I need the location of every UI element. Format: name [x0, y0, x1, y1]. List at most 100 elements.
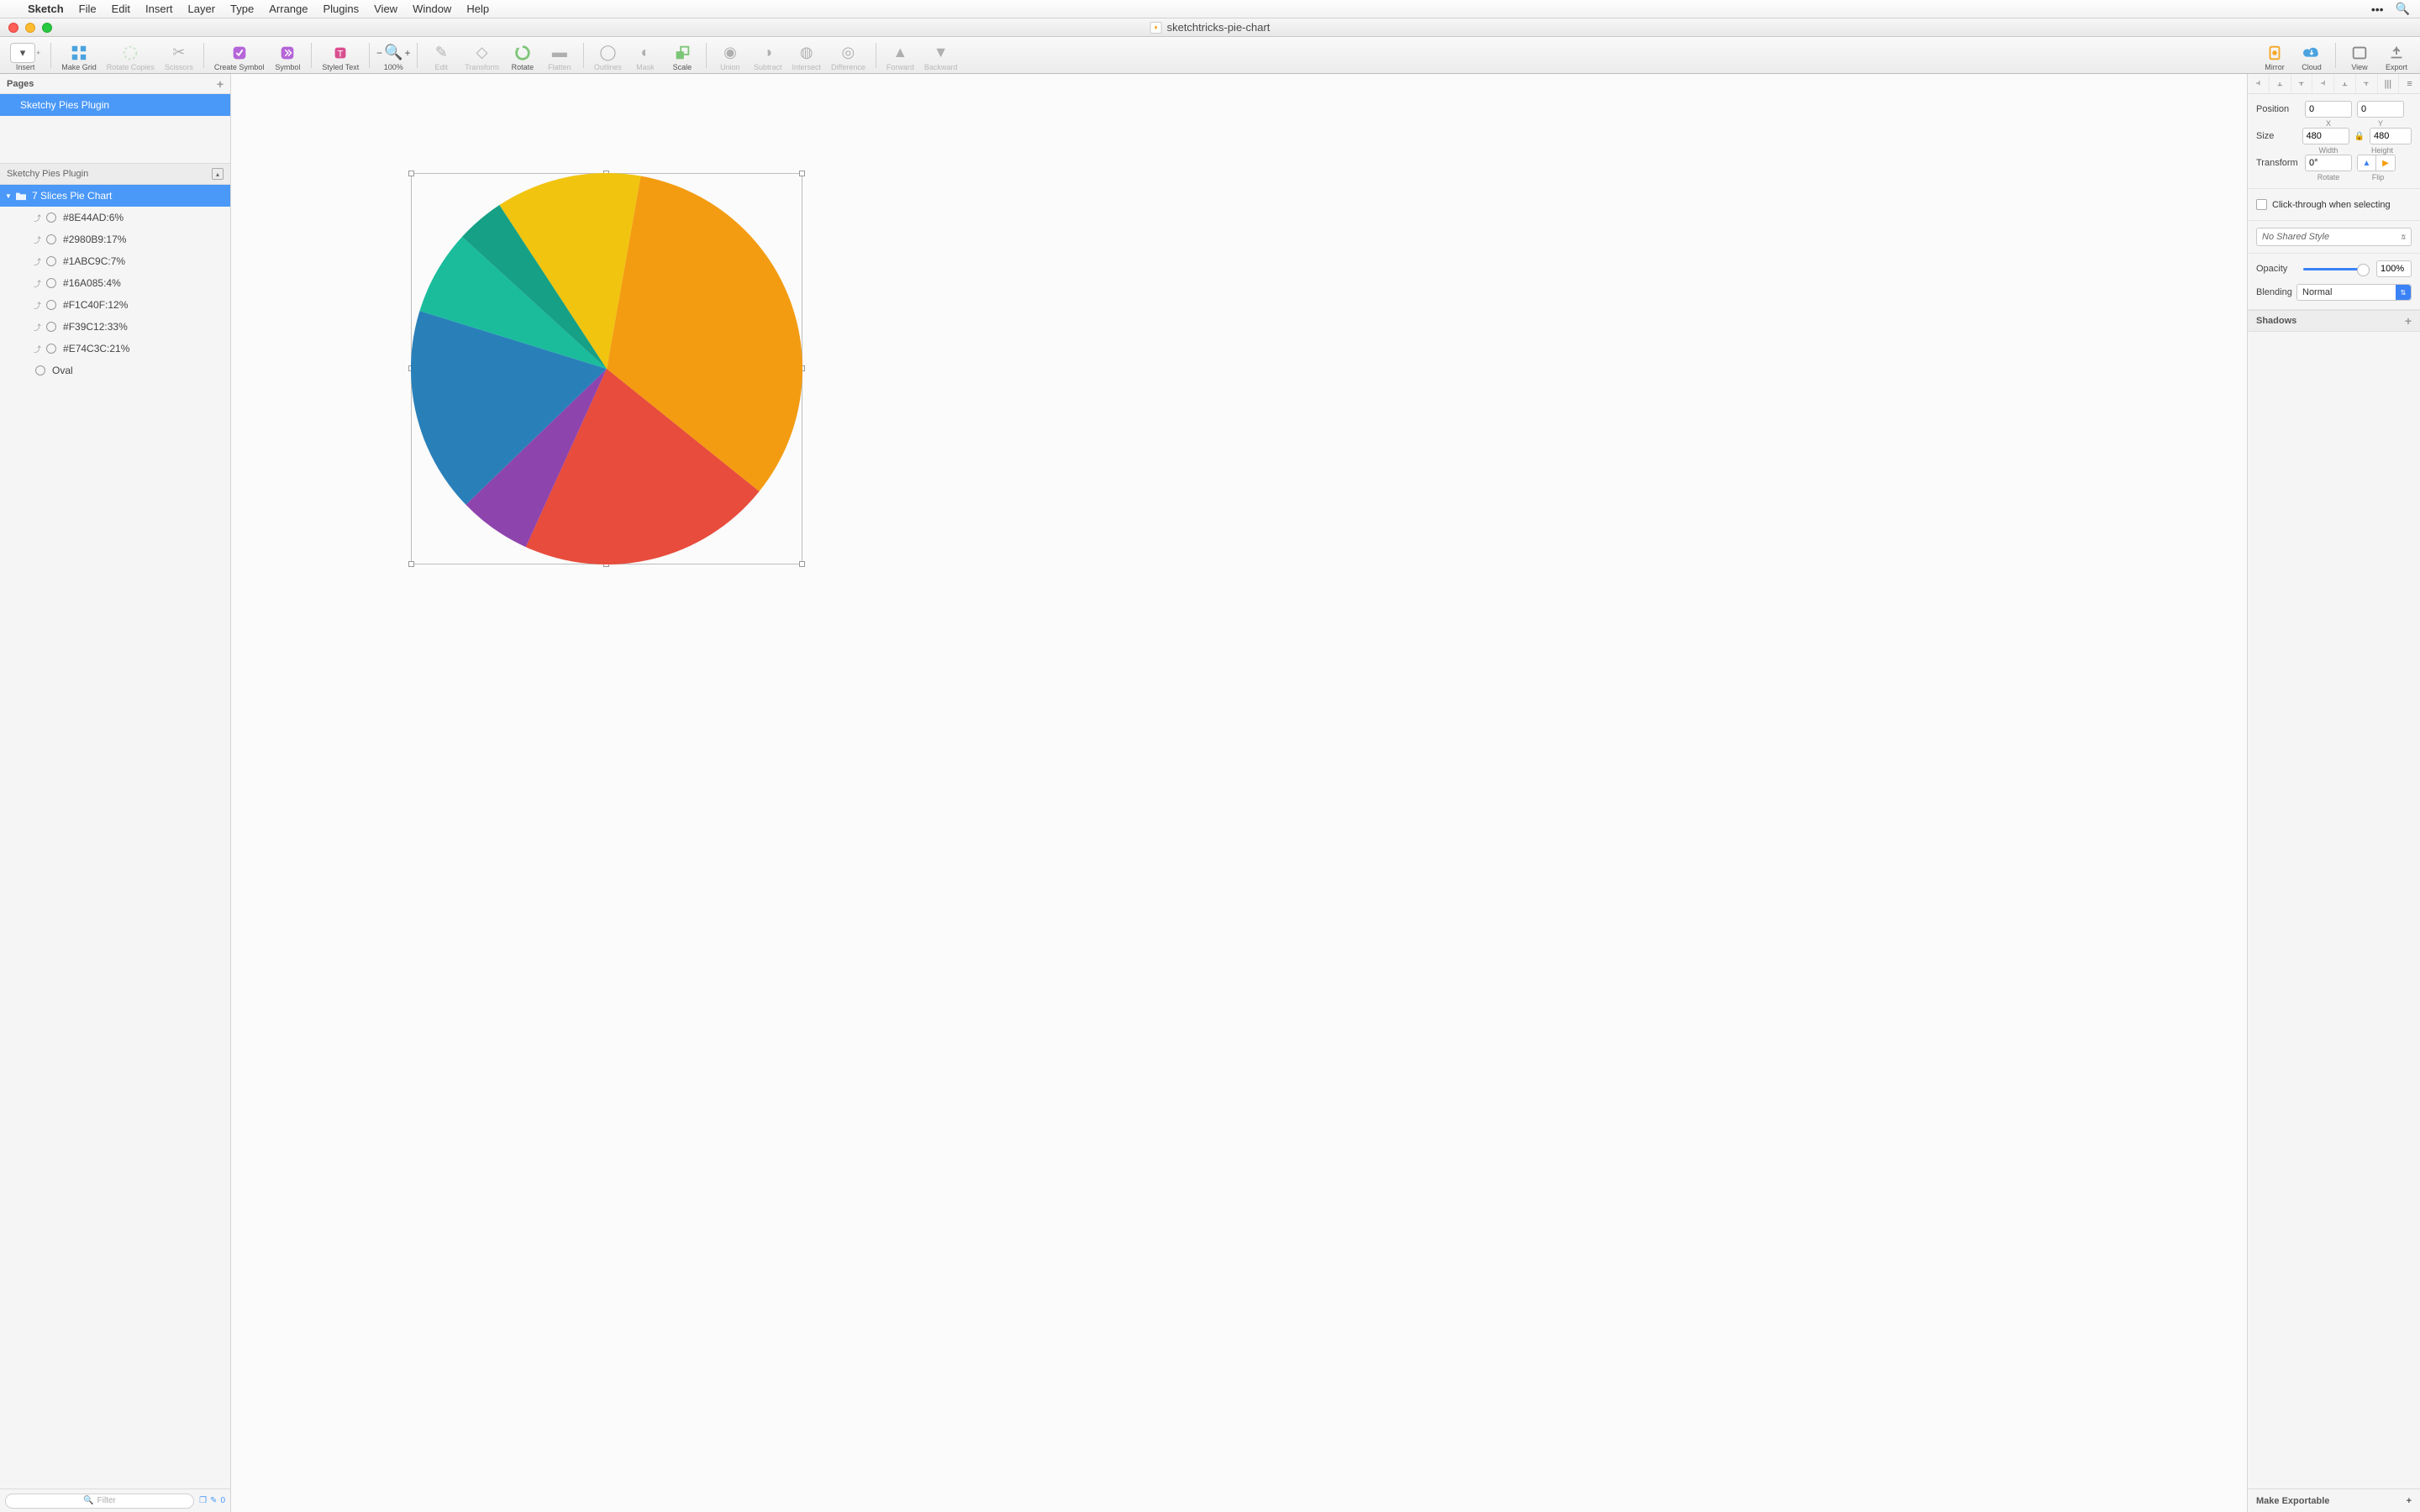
filter-copies-icon[interactable]: ❐	[199, 1496, 207, 1505]
zoom-button[interactable]	[42, 23, 52, 33]
menu-layer[interactable]: Layer	[181, 3, 224, 15]
layer-shape[interactable]: ⤴#2980B9:17%	[0, 228, 230, 250]
flip-v-button[interactable]: ▶	[2376, 155, 2395, 171]
menu-arrange[interactable]: Arrange	[261, 3, 315, 15]
subtract-button[interactable]: ◑Subtract	[750, 38, 786, 73]
difference-button[interactable]: ◎Difference	[828, 38, 869, 73]
position-y-input[interactable]	[2357, 101, 2404, 118]
layer-shape[interactable]: ⤴#F1C40F:12%	[0, 294, 230, 316]
flip-icon: ⤴	[34, 278, 41, 289]
align-top-button[interactable]: ⫞	[2312, 74, 2334, 93]
menu-file[interactable]: File	[71, 3, 104, 15]
rotate-copies-button[interactable]: Rotate Copies	[103, 38, 158, 73]
distribute-v-button[interactable]: ≡	[2399, 74, 2420, 93]
menu-view[interactable]: View	[366, 3, 405, 15]
overflow-icon[interactable]: •••	[2371, 3, 2384, 16]
left-panel: Pages + Sketchy Pies Plugin Sketchy Pies…	[0, 74, 231, 1512]
shared-style-select[interactable]: No Shared Style ⇅	[2256, 228, 2412, 246]
flip-icon: ⤴	[34, 344, 41, 354]
mirror-button[interactable]: Mirror	[2258, 38, 2291, 73]
flatten-button[interactable]: ▬Flatten	[543, 38, 576, 73]
shadows-header[interactable]: Shadows +	[2248, 310, 2420, 332]
blending-select[interactable]: Normal ⇅	[2296, 284, 2412, 301]
size-h-input[interactable]	[2370, 128, 2412, 144]
close-button[interactable]	[8, 23, 18, 33]
page-item[interactable]: Sketchy Pies Plugin	[0, 94, 230, 116]
add-export-button[interactable]: +	[2407, 1496, 2412, 1506]
grid-icon	[69, 43, 89, 63]
rotate-button[interactable]: Rotate	[506, 38, 539, 73]
make-grid-button[interactable]: Make Grid	[58, 38, 100, 73]
magnifier-icon: 🔍	[384, 44, 402, 61]
menu-edit[interactable]: Edit	[104, 3, 138, 15]
forward-icon: ▲	[890, 43, 910, 63]
rotate-input[interactable]	[2305, 155, 2352, 171]
align-left-button[interactable]: ⫞	[2248, 74, 2270, 93]
oval-icon	[35, 365, 45, 375]
rotate-copies-icon	[120, 43, 140, 63]
layer-shape[interactable]: ⤴#8E44AD:6%	[0, 207, 230, 228]
layer-shape[interactable]: ⤴#F39C12:33%	[0, 316, 230, 338]
cloud-button[interactable]: Cloud	[2295, 38, 2328, 73]
chevron-down-icon[interactable]: ▼	[5, 192, 12, 200]
pie-chart[interactable]	[411, 173, 802, 564]
intersect-button[interactable]: ◍Intersect	[788, 38, 824, 73]
distribute-h-button[interactable]: |||	[2378, 74, 2400, 93]
transform-icon: ◇	[472, 43, 492, 63]
opacity-input[interactable]	[2376, 260, 2412, 277]
create-symbol-button[interactable]: Create Symbol	[211, 38, 268, 73]
exportable-header[interactable]: Make Exportable +	[2248, 1488, 2420, 1512]
scale-button[interactable]: Scale	[666, 38, 699, 73]
add-page-button[interactable]: +	[217, 77, 224, 91]
align-right-button[interactable]: ⫟	[2291, 74, 2313, 93]
lock-icon[interactable]: 🔒	[2354, 132, 2365, 141]
layer-shape[interactable]: ⤴#1ABC9C:7%	[0, 250, 230, 272]
menu-insert[interactable]: Insert	[138, 3, 181, 15]
artboard-collapse-icon[interactable]: ▴	[212, 168, 224, 180]
layer-shape[interactable]: ⤴#16A085:4%	[0, 272, 230, 294]
canvas[interactable]	[231, 74, 2247, 1512]
export-button[interactable]: Export	[2380, 38, 2413, 73]
size-w-input[interactable]	[2302, 128, 2349, 144]
filter-input[interactable]: 🔍 Filter	[5, 1494, 194, 1509]
zoom-control[interactable]: −🔍+ 100%	[376, 38, 410, 73]
flip-h-button[interactable]: ▲	[2358, 155, 2376, 171]
symbol-button[interactable]: Symbol	[271, 38, 304, 73]
cloud-icon	[2302, 43, 2322, 63]
position-x-input[interactable]	[2305, 101, 2352, 118]
edit-button[interactable]: ✎Edit	[424, 38, 458, 73]
layer-oval[interactable]: Oval	[0, 360, 230, 381]
menu-type[interactable]: Type	[223, 3, 261, 15]
backward-icon: ▼	[931, 43, 951, 63]
outlines-icon: ◯	[597, 43, 618, 63]
transform-button[interactable]: ◇Transform	[461, 38, 502, 73]
union-button[interactable]: ◉Union	[713, 38, 747, 73]
outlines-button[interactable]: ◯Outlines	[591, 38, 625, 73]
view-button[interactable]: View	[2343, 38, 2376, 73]
menu-window[interactable]: Window	[405, 3, 459, 15]
mirror-icon	[2265, 43, 2285, 63]
artboard-header[interactable]: Sketchy Pies Plugin ▴	[0, 163, 230, 185]
minimize-button[interactable]	[25, 23, 35, 33]
menu-app[interactable]: Sketch	[20, 3, 71, 15]
align-hcenter-button[interactable]: ⫠	[2270, 74, 2291, 93]
add-shadow-button[interactable]: +	[2405, 314, 2412, 328]
mask-button[interactable]: ◐Mask	[629, 38, 662, 73]
opacity-slider[interactable]	[2303, 268, 2370, 270]
align-bottom-button[interactable]: ⫟	[2356, 74, 2378, 93]
layer-name: #E74C3C:21%	[63, 343, 129, 354]
insert-button[interactable]: ▾+ Insert	[7, 38, 44, 73]
scissors-button[interactable]: ✂ Scissors	[161, 38, 197, 73]
align-vcenter-button[interactable]: ⫠	[2334, 74, 2356, 93]
menu-plugins[interactable]: Plugins	[315, 3, 366, 15]
layer-shape[interactable]: ⤴ #E74C3C:21%	[0, 338, 230, 360]
forward-button[interactable]: ▲Forward	[883, 38, 918, 73]
clickthrough-checkbox[interactable]	[2256, 199, 2267, 210]
filter-slice-icon[interactable]: ✎	[210, 1496, 217, 1505]
backward-button[interactable]: ▼Backward	[921, 38, 961, 73]
menu-help[interactable]: Help	[459, 3, 497, 15]
oval-icon	[46, 278, 56, 288]
layer-group[interactable]: ▼ 7 Slices Pie Chart	[0, 185, 230, 207]
styled-text-button[interactable]: T Styled Text	[318, 38, 362, 73]
spotlight-icon[interactable]: 🔍	[2396, 2, 2410, 16]
